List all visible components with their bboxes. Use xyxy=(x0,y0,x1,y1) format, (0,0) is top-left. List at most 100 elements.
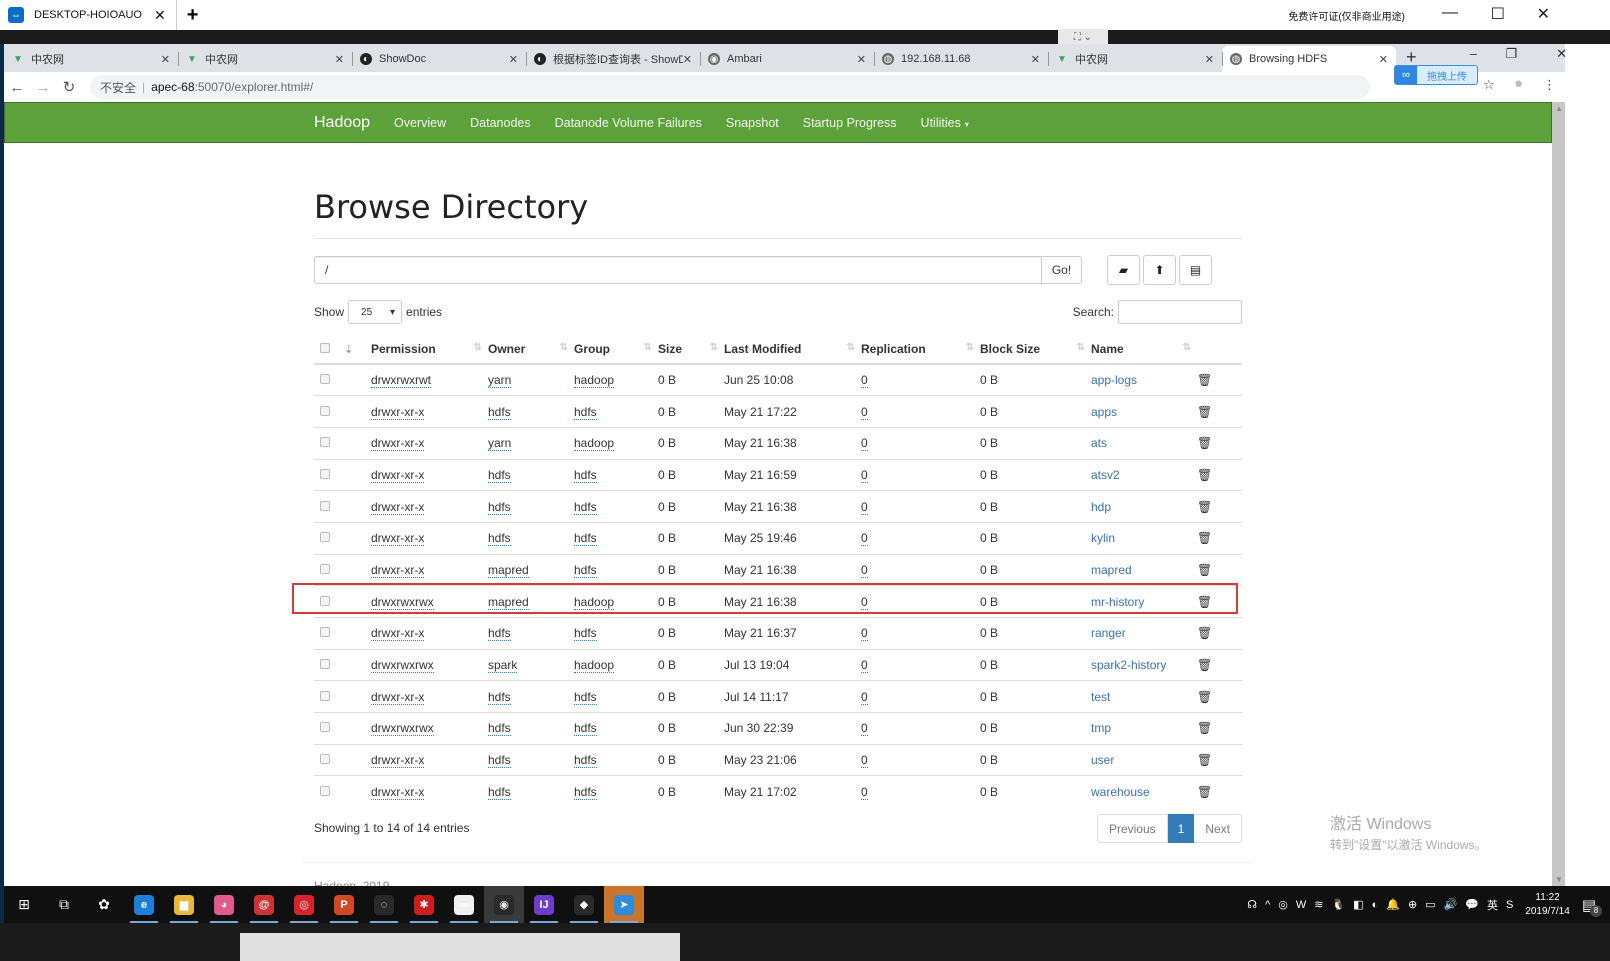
tab-close-icon[interactable]: ✕ xyxy=(1379,53,1388,66)
trash-icon[interactable]: 🗑 xyxy=(1197,785,1212,799)
trash-icon[interactable]: 🗑 xyxy=(1197,373,1212,387)
tray-icon[interactable]: 英 xyxy=(1487,897,1498,913)
taskbar-powerpoint-icon[interactable]: P xyxy=(324,886,364,923)
owner-link[interactable]: hdfs xyxy=(488,404,511,420)
nav-overview[interactable]: Overview xyxy=(394,116,446,130)
row-checkbox[interactable] xyxy=(320,468,330,479)
tv-mini-toolbar[interactable]: ⛶ ⌄ xyxy=(1058,29,1108,45)
go-button[interactable]: Go! xyxy=(1042,256,1082,284)
browser-tab[interactable]: ▼ 中农网 ✕ xyxy=(178,46,352,72)
trash-icon[interactable]: 🗑 xyxy=(1197,595,1212,609)
trash-icon[interactable]: 🗑 xyxy=(1197,753,1212,767)
group-link[interactable]: hdfs xyxy=(574,721,597,737)
create-directory-button[interactable]: ▰ xyxy=(1107,255,1140,285)
cut-paste-button[interactable]: ▤ xyxy=(1179,255,1212,285)
owner-link[interactable]: mapred xyxy=(488,562,529,578)
name-link[interactable]: test xyxy=(1091,690,1110,704)
permission-link[interactable]: drwxr-xr-x xyxy=(371,689,425,705)
row-checkbox[interactable] xyxy=(320,722,330,733)
permission-link[interactable]: drwxr-xr-x xyxy=(371,404,425,420)
tray-icon[interactable]: ⊕ xyxy=(1408,898,1417,911)
owner-link[interactable]: hdfs xyxy=(488,721,511,737)
nav-datanodes[interactable]: Datanodes xyxy=(470,116,530,130)
replication-link[interactable]: 0 xyxy=(861,721,868,737)
trash-icon[interactable]: 🗑 xyxy=(1197,690,1212,704)
permission-link[interactable]: drwxr-xr-x xyxy=(371,467,425,483)
taskbar-xmind-icon[interactable]: ✱ xyxy=(404,886,444,923)
col-name[interactable]: Name ⇅ xyxy=(1091,334,1197,365)
row-checkbox[interactable] xyxy=(320,437,330,448)
group-link[interactable]: hdfs xyxy=(574,467,597,483)
row-checkbox[interactable] xyxy=(320,627,330,638)
trash-icon[interactable]: 🗑 xyxy=(1197,405,1212,419)
permission-link[interactable]: drwxr-xr-x xyxy=(371,753,425,769)
row-checkbox[interactable] xyxy=(320,374,330,385)
taskbar-color-app-icon[interactable]: ◕ xyxy=(204,886,244,923)
browser-tab[interactable]: ▼ 中农网 ✕ xyxy=(1048,46,1222,72)
group-link[interactable]: hdfs xyxy=(574,562,597,578)
tray-icon[interactable]: 🔔 xyxy=(1386,898,1400,911)
permission-link[interactable]: drwxrwxrwx xyxy=(371,658,434,674)
tray-icon[interactable]: ◎ xyxy=(1278,898,1288,911)
owner-link[interactable]: mapred xyxy=(488,594,529,610)
group-link[interactable]: hadoop xyxy=(574,594,615,610)
baidu-upload-widget[interactable]: ∞ 拖拽上传 xyxy=(1394,65,1478,85)
tab-close-icon[interactable]: ✕ xyxy=(161,53,170,66)
bookmark-star-icon[interactable]: ☆ xyxy=(1483,77,1495,93)
permission-link[interactable]: drwxr-xr-x xyxy=(371,562,425,578)
replication-link[interactable]: 0 xyxy=(861,562,868,578)
group-link[interactable]: hdfs xyxy=(574,531,597,547)
tray-icon[interactable]: 🐧 xyxy=(1331,898,1345,911)
trash-icon[interactable]: 🗑 xyxy=(1197,626,1212,640)
permission-link[interactable]: drwxr-xr-x xyxy=(371,531,425,547)
owner-link[interactable]: spark xyxy=(488,658,518,674)
permission-link[interactable]: drwxrwxrwx xyxy=(371,721,434,737)
owner-link[interactable]: hdfs xyxy=(488,785,511,801)
tray-icon[interactable]: ^ xyxy=(1265,899,1270,911)
forward-icon[interactable]: → xyxy=(30,79,56,96)
browser-minimize-icon[interactable]: – xyxy=(1470,46,1477,61)
permission-link[interactable]: drwxrwxrwt xyxy=(371,373,431,389)
tray-icon[interactable]: ▭ xyxy=(1425,898,1435,911)
taskbar-dingtalk-icon[interactable]: ➤ xyxy=(604,886,644,923)
next-button[interactable]: Next xyxy=(1194,814,1242,843)
tray-icon[interactable]: ☊ xyxy=(1247,898,1257,911)
permission-link[interactable]: drwxr-xr-x xyxy=(371,626,425,642)
hadoop-brand[interactable]: Hadoop xyxy=(314,114,370,132)
tab-close-icon[interactable]: ✕ xyxy=(1031,53,1040,66)
owner-link[interactable]: hdfs xyxy=(488,753,511,769)
col-permission[interactable]: Permission ⇅ xyxy=(371,334,488,365)
back-icon[interactable]: ← xyxy=(4,79,30,96)
group-link[interactable]: hdfs xyxy=(574,785,597,801)
browser-restore-icon[interactable]: ❐ xyxy=(1505,46,1517,62)
row-checkbox[interactable] xyxy=(320,405,330,416)
name-link[interactable]: kylin xyxy=(1091,531,1115,545)
tab-close-icon[interactable]: ✕ xyxy=(857,53,866,66)
permission-link[interactable]: drwxr-xr-x xyxy=(371,785,425,801)
tray-icon[interactable]: S xyxy=(1506,899,1513,911)
tv-maximize-icon[interactable]: ☐ xyxy=(1491,4,1505,24)
tv-close-icon[interactable]: ✕ xyxy=(1537,4,1550,24)
group-link[interactable]: hadoop xyxy=(574,373,615,389)
col-last-modified[interactable]: Last Modified ⇅ xyxy=(724,334,861,365)
add-session-icon[interactable]: + xyxy=(187,4,199,27)
scroll-up-icon[interactable]: ▲ xyxy=(1555,104,1563,113)
session-close-icon[interactable]: ✕ xyxy=(154,7,166,24)
permission-link[interactable]: drwxr-xr-x xyxy=(371,436,425,452)
group-link[interactable]: hdfs xyxy=(574,753,597,769)
group-link[interactable]: hadoop xyxy=(574,658,615,674)
permission-link[interactable]: drwxr-xr-x xyxy=(371,499,425,515)
replication-link[interactable]: 0 xyxy=(861,499,868,515)
row-checkbox[interactable] xyxy=(320,786,330,797)
replication-link[interactable]: 0 xyxy=(861,436,868,452)
name-link[interactable]: user xyxy=(1091,753,1114,767)
tray-icon[interactable]: ◐ xyxy=(1372,899,1379,911)
browser-menu-icon[interactable]: ⋮ xyxy=(1543,77,1556,93)
owner-link[interactable]: hdfs xyxy=(488,531,511,547)
row-checkbox[interactable] xyxy=(320,659,330,670)
profile-icon[interactable]: ● xyxy=(1514,75,1523,92)
row-checkbox[interactable] xyxy=(320,532,330,543)
replication-link[interactable]: 0 xyxy=(861,531,868,547)
browser-tab[interactable]: ◍ 192.168.11.68 ✕ xyxy=(874,46,1048,72)
tray-icon[interactable]: ◧ xyxy=(1353,898,1363,911)
